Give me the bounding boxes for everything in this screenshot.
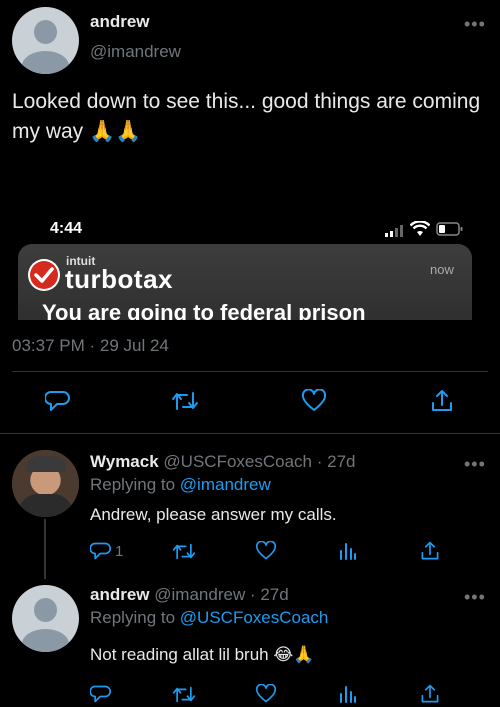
like-icon [255, 684, 277, 703]
avatar[interactable] [12, 450, 79, 517]
reply-count: 1 [115, 542, 124, 560]
tweet-image[interactable]: 4:44 intuit turbotax now You are going t… [12, 200, 488, 320]
share-icon [421, 684, 439, 703]
reply-text-row: Not reading allat lil bruh 😂🙏 [90, 645, 314, 665]
brand-name: turbotax [65, 264, 173, 294]
laugh-pray-emoji: 😂🙏 [273, 645, 315, 664]
avatar[interactable] [12, 7, 79, 74]
battery-icon [436, 222, 463, 236]
status-time: 4:44 [50, 220, 83, 237]
display-name[interactable]: andrew [90, 12, 150, 32]
replying-to: Replying to @imandrew [90, 475, 271, 495]
wifi-icon [410, 221, 430, 236]
tweet-timestamp[interactable]: 03:37 PM · 29 Jul 24 [12, 336, 169, 356]
notif-time: now [430, 262, 454, 277]
share-button[interactable] [429, 388, 455, 414]
reply-icon [90, 542, 111, 560]
notif-text: You are going to federal prison [42, 300, 366, 320]
like-button[interactable] [255, 541, 277, 561]
replying-to: Replying to @USCFoxesCoach [90, 608, 328, 628]
avatar[interactable] [12, 585, 79, 652]
retweet-button[interactable] [171, 390, 199, 412]
like-button[interactable] [301, 389, 327, 413]
like-icon [255, 541, 277, 560]
thread-line [44, 519, 46, 579]
display-name[interactable]: andrew [90, 585, 150, 604]
tweet-body: Looked down to see this... good things a… [12, 90, 481, 143]
handle[interactable]: @USCFoxesCoach [163, 452, 312, 471]
more-icon[interactable]: ••• [464, 14, 486, 35]
tweet-text: Looked down to see this... good things a… [12, 87, 482, 147]
share-icon [421, 541, 439, 560]
retweet-icon [172, 543, 196, 560]
replying-prefix: Replying to [90, 608, 176, 627]
views-button[interactable] [339, 542, 357, 560]
reply-header: andrew @imandrew · 27d [90, 585, 289, 605]
signal-icon [385, 225, 403, 237]
reply-text: Not reading allat lil bruh [90, 645, 269, 664]
views-icon [340, 543, 356, 560]
reply-age: · 27d [249, 585, 289, 604]
share-button[interactable] [419, 540, 441, 562]
like-icon [301, 389, 327, 411]
divider [0, 433, 500, 434]
retweet-icon [172, 392, 198, 410]
replying-handle[interactable]: @imandrew [180, 475, 271, 494]
reply-button[interactable] [45, 389, 71, 413]
more-icon[interactable]: ••• [464, 587, 486, 608]
divider [12, 371, 488, 372]
share-button[interactable] [419, 683, 441, 705]
reply-age: · 27d [316, 452, 356, 471]
reply-header: Wymack @USCFoxesCoach · 27d [90, 452, 356, 472]
like-button[interactable] [255, 684, 277, 704]
pray-emoji: 🙏🙏 [89, 120, 142, 143]
reply-icon [90, 685, 111, 703]
retweet-icon [172, 686, 196, 703]
share-icon [432, 390, 452, 411]
reply-button[interactable] [90, 684, 112, 704]
replying-handle[interactable]: @USCFoxesCoach [180, 608, 329, 627]
handle[interactable]: @imandrew [90, 42, 181, 62]
views-button[interactable] [339, 685, 357, 703]
display-name[interactable]: Wymack [90, 452, 159, 471]
reply-button[interactable]: 1 [90, 541, 123, 561]
more-icon[interactable]: ••• [464, 454, 486, 475]
views-icon [340, 686, 356, 703]
turbotax-logo [28, 259, 60, 291]
retweet-button[interactable] [172, 542, 196, 561]
handle[interactable]: @imandrew [154, 585, 245, 604]
notification-card: intuit turbotax now You are going to fed… [18, 244, 472, 320]
retweet-button[interactable] [172, 685, 196, 704]
reply-text: Andrew, please answer my calls. [90, 505, 337, 524]
reply-icon [45, 391, 70, 411]
replying-prefix: Replying to [90, 475, 176, 494]
